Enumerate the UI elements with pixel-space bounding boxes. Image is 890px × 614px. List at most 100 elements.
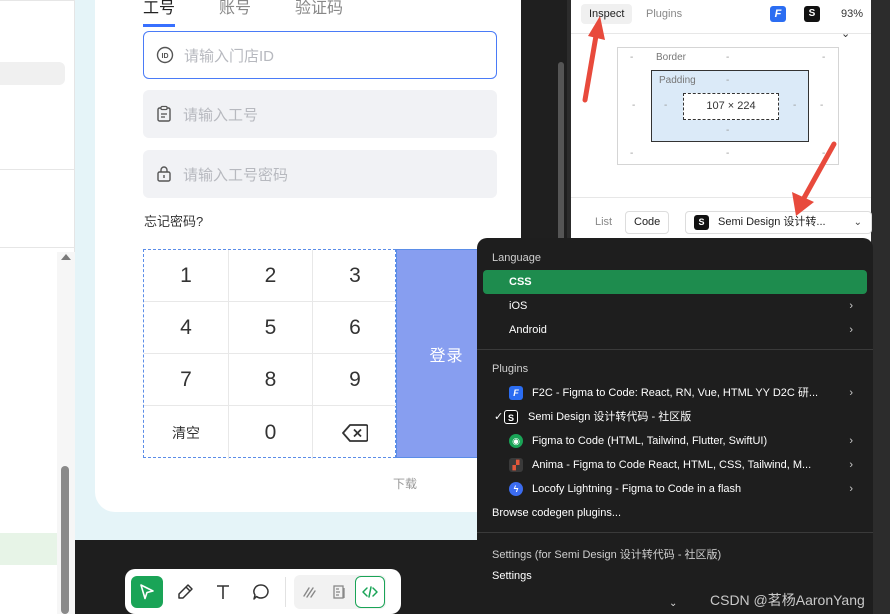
toolbar-divider xyxy=(285,576,286,607)
f2c-icon: F xyxy=(509,386,523,400)
language-heading: Language xyxy=(492,252,541,264)
dev-mode-button[interactable] xyxy=(355,575,385,608)
plugin-label: F2C - Figma to Code: React, RN, Vue, HTM… xyxy=(532,387,819,399)
language-option-ios[interactable]: iOS › xyxy=(483,294,867,318)
border-top-left-dash: - xyxy=(630,52,634,63)
key-1[interactable]: 1 xyxy=(144,250,229,302)
tab-employee-id[interactable]: 工号 xyxy=(143,0,176,27)
lock-icon xyxy=(157,166,171,182)
annotate-icon xyxy=(303,586,316,598)
store-id-placeholder: 请输入门店ID xyxy=(184,47,275,65)
key-3[interactable]: 3 xyxy=(313,250,397,302)
comment-tool-button[interactable] xyxy=(245,576,277,608)
download-text: 下载 xyxy=(393,477,418,491)
annotation-arrow-inspect xyxy=(582,16,605,103)
border-top-dash: - xyxy=(726,52,730,63)
key-backspace[interactable] xyxy=(313,406,397,459)
settings-heading: Settings (for Semi Design 设计转代码 - 社区版) xyxy=(492,549,722,561)
measure-mode-button[interactable] xyxy=(325,576,355,608)
login-frame[interactable]: 工号 账号 验证码 ID 请输入门店ID 请输入工号 请输入工号密码 忘记密码?… xyxy=(95,0,527,512)
border-right-dash: - xyxy=(820,100,824,111)
language-option-css[interactable]: CSS xyxy=(483,270,867,294)
pen-tool-button[interactable] xyxy=(169,576,201,608)
key-6[interactable]: 6 xyxy=(313,302,397,354)
plugin-option-semi-design[interactable]: ✓ S Semi Design 设计转代码 - 社区版 xyxy=(483,405,867,429)
text-icon xyxy=(217,584,229,599)
chevron-down-icon: ⌄ xyxy=(841,28,851,40)
padding-left-dash: - xyxy=(664,100,668,111)
pen-icon xyxy=(178,583,193,599)
scroll-thumb[interactable] xyxy=(61,466,69,614)
layers-scrollbar[interactable] xyxy=(57,252,75,614)
password-field[interactable]: 请输入工号密码 xyxy=(143,150,497,198)
plugin-option-f2c[interactable]: F F2C - Figma to Code: React, RN, Vue, H… xyxy=(483,381,867,405)
key-7[interactable]: 7 xyxy=(144,354,229,406)
layers-panel xyxy=(0,0,75,614)
cursor-icon xyxy=(140,583,154,599)
annotation-arrow-plugin xyxy=(792,141,837,216)
browse-codegen-plugins[interactable]: Browse codegen plugins... xyxy=(483,501,867,525)
layer-row-highlight[interactable] xyxy=(0,62,65,85)
key-clear[interactable]: 清空 xyxy=(144,406,229,459)
check-icon: ✓ xyxy=(494,411,504,423)
key-5[interactable]: 5 xyxy=(229,302,313,354)
key-2[interactable]: 2 xyxy=(229,250,313,302)
key-0[interactable]: 0 xyxy=(229,406,313,459)
chevron-right-icon: › xyxy=(849,387,853,399)
key-9[interactable]: 9 xyxy=(313,354,397,406)
ruler-icon xyxy=(333,584,345,599)
store-id-field[interactable]: ID 请输入门店ID xyxy=(143,31,497,79)
plugins-heading: Plugins xyxy=(492,363,529,375)
svg-text:ID: ID xyxy=(162,53,169,60)
chevron-right-icon: › xyxy=(849,483,853,495)
padding-right-dash: - xyxy=(793,100,797,111)
annotate-mode-button[interactable] xyxy=(295,576,325,608)
scroll-up-icon[interactable] xyxy=(61,254,71,260)
id-icon: ID xyxy=(156,46,174,64)
code-view-button[interactable]: Code xyxy=(625,211,670,234)
content-size: 107 × 224 xyxy=(683,93,779,120)
zoom-level[interactable]: 93% ⌄ xyxy=(841,4,871,44)
comment-icon xyxy=(253,583,269,600)
mode-switcher xyxy=(294,574,386,609)
anima-icon: ▞ xyxy=(509,458,523,472)
tab-account[interactable]: 账号 xyxy=(219,0,251,27)
move-tool-button[interactable] xyxy=(131,575,163,608)
codegen-plugin-select[interactable]: S Semi Design 设计转... ⌄ xyxy=(685,211,872,234)
language-option-android[interactable]: Android › xyxy=(483,318,867,342)
key-4[interactable]: 4 xyxy=(144,302,229,354)
list-view-button[interactable]: List xyxy=(595,213,612,231)
semi-design-icon: S xyxy=(504,410,518,424)
forgot-password-link[interactable]: 忘记密码? xyxy=(144,211,203,230)
chevron-right-icon: › xyxy=(849,324,853,336)
redacted-block xyxy=(417,477,476,492)
text-tool-button[interactable] xyxy=(207,576,239,608)
padding-top-dash: - xyxy=(726,75,730,86)
padding-bottom-dash: - xyxy=(726,125,730,136)
plugin-label: Anima - Figma to Code React, HTML, CSS, … xyxy=(532,459,812,471)
scroll-down-icon[interactable]: ⌄ xyxy=(669,598,677,609)
codegen-dropdown-menu: Language CSS iOS › Android › Plugins F F2C… xyxy=(477,238,873,614)
plugin-option-anima[interactable]: ▞ Anima - Figma to Code React, HTML, CSS… xyxy=(483,453,867,477)
bottom-toolbar xyxy=(125,569,401,614)
border-bottom-left-dash: - xyxy=(630,148,634,159)
employee-id-field[interactable]: 请输入工号 xyxy=(143,90,497,138)
plugin-option-figma-to-code[interactable]: ◉ Figma to Code (HTML, Tailwind, Flutter… xyxy=(483,429,867,453)
plugin-option-locofy[interactable]: ϟ Locofy Lightning - Figma to Code in a … xyxy=(483,477,867,501)
plugin-label: Locofy Lightning - Figma to Code in a fl… xyxy=(532,483,742,495)
key-8[interactable]: 8 xyxy=(229,354,313,406)
layer-row-selected[interactable] xyxy=(0,533,58,565)
plugin-label: Figma to Code (HTML, Tailwind, Flutter, … xyxy=(532,435,768,447)
employee-id-placeholder: 请输入工号 xyxy=(183,106,259,124)
padding-label: Padding xyxy=(659,75,696,86)
language-label: iOS xyxy=(509,300,528,312)
border-top-right-dash: - xyxy=(822,52,826,63)
semi-plugin-icon[interactable]: S xyxy=(804,6,820,22)
watermark: CSDN @茗杨AaronYang xyxy=(710,592,865,608)
settings-option[interactable]: Settings xyxy=(483,564,867,588)
tab-verification-code[interactable]: 验证码 xyxy=(295,0,343,27)
divider xyxy=(571,33,871,34)
tab-plugins[interactable]: Plugins xyxy=(646,4,682,24)
f2c-plugin-icon[interactable]: F xyxy=(770,6,786,22)
figma-to-code-icon: ◉ xyxy=(509,434,523,448)
